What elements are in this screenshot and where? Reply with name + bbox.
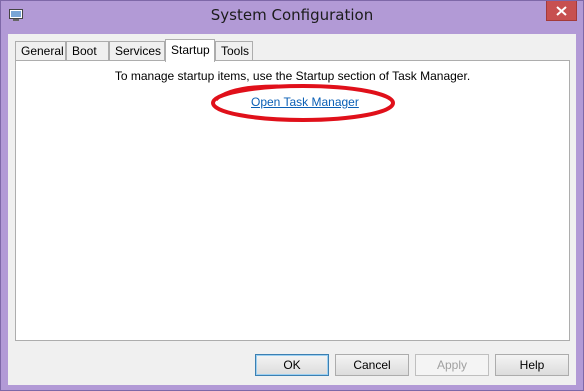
tab-label: Services: [115, 44, 162, 58]
window-title: System Configuration: [210, 6, 374, 24]
tab-tools[interactable]: Tools: [215, 41, 253, 60]
tab-label: Tools: [221, 44, 250, 58]
system-configuration-window: System Configuration General Boot Servic…: [0, 0, 584, 391]
tab-boot[interactable]: Boot: [66, 41, 109, 60]
close-icon: [556, 5, 567, 16]
apply-button[interactable]: Apply: [415, 354, 489, 376]
dialog-client-area: General Boot Services Startup Tools To m…: [8, 34, 576, 385]
open-task-manager-link[interactable]: Open Task Manager: [251, 95, 359, 109]
startup-tab-panel: To manage startup items, use the Startup…: [15, 60, 570, 341]
tab-startup[interactable]: Startup: [165, 39, 215, 62]
cancel-button[interactable]: Cancel: [335, 354, 409, 376]
tab-general[interactable]: General: [15, 41, 66, 60]
startup-message: To manage startup items, use the Startup…: [114, 69, 471, 83]
tab-label: Startup: [171, 43, 210, 57]
close-button[interactable]: [546, 1, 577, 21]
title-bar[interactable]: System Configuration: [1, 1, 583, 34]
help-button[interactable]: Help: [495, 354, 569, 376]
tab-services[interactable]: Services: [109, 41, 165, 60]
tab-label: Boot: [72, 44, 97, 58]
ok-button[interactable]: OK: [255, 354, 329, 376]
tab-label: General: [21, 44, 64, 58]
